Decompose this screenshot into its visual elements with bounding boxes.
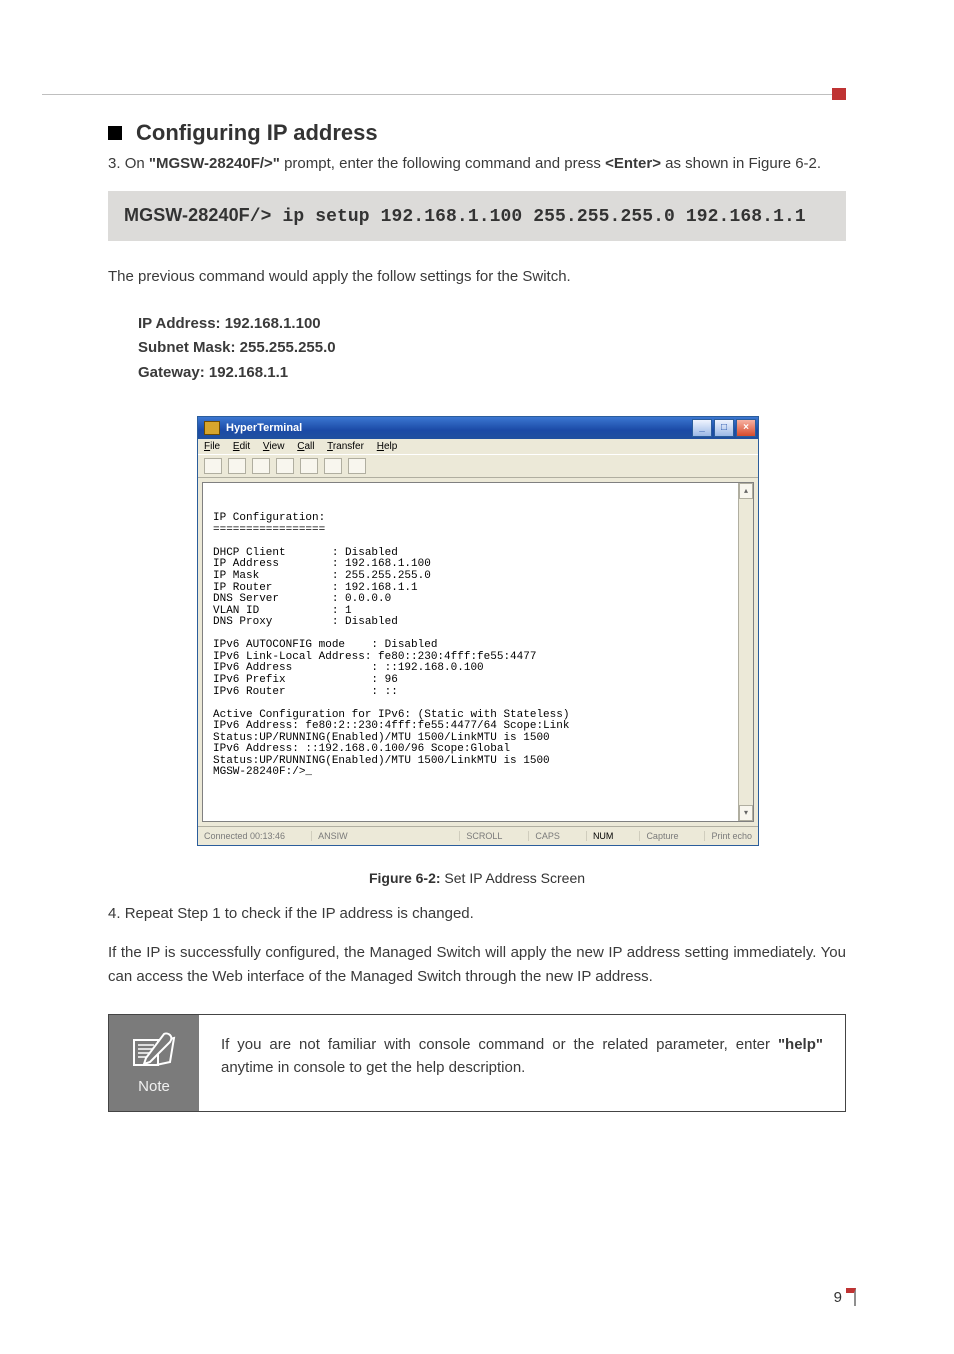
prev-cmd-text: The previous command would apply the fol… xyxy=(108,265,846,290)
terminal-scrollbar[interactable]: ▴ ▾ xyxy=(738,483,753,821)
note-post: anytime in console to get the help descr… xyxy=(221,1059,525,1076)
step-3-post: as shown in Figure 6-2. xyxy=(661,155,821,172)
setting-mask: Subnet Mask: 255.255.255.0 xyxy=(138,336,846,361)
step-3-mid: prompt, enter the following command and … xyxy=(280,155,605,172)
status-capture: Capture xyxy=(639,831,678,841)
minimize-button[interactable]: _ xyxy=(692,419,712,437)
terminal-output: IP Configuration: ================= DHCP… xyxy=(203,494,753,779)
note-label: Note xyxy=(138,1078,170,1095)
cmd-prefix: MGSW-28240F xyxy=(124,205,250,225)
note-text: If you are not familiar with console com… xyxy=(199,1015,845,1111)
terminal-titlebar: HyperTerminal _ □ × xyxy=(198,417,758,439)
step-3-num: 3. xyxy=(108,155,125,172)
tool-connect-icon[interactable] xyxy=(252,458,270,474)
command-box: MGSW-28240F/> ip setup 192.168.1.100 255… xyxy=(108,191,846,241)
menu-call[interactable]: Call xyxy=(297,441,314,452)
status-printecho: Print echo xyxy=(704,831,752,841)
scroll-up-icon[interactable]: ▴ xyxy=(739,483,753,499)
menu-file[interactable]: File xyxy=(204,441,220,452)
terminal-screenshot: HyperTerminal _ □ × File Edit View Call … xyxy=(197,416,757,846)
status-emulation: ANSIW xyxy=(311,831,348,841)
close-button[interactable]: × xyxy=(736,419,756,437)
menu-view[interactable]: View xyxy=(263,441,285,452)
settings-block: IP Address: 192.168.1.100 Subnet Mask: 2… xyxy=(138,312,846,386)
figure-caption: Figure 6-2: Set IP Address Screen xyxy=(108,870,846,886)
step-4-num: 4. xyxy=(108,905,125,922)
page-number: 9 xyxy=(834,1289,842,1306)
bullet-square-icon xyxy=(108,126,122,140)
header-marker xyxy=(832,88,846,100)
note-help: "help" xyxy=(778,1036,823,1053)
menu-edit[interactable]: Edit xyxy=(233,441,250,452)
tool-receive-icon[interactable] xyxy=(324,458,342,474)
step-4-text: Repeat Step 1 to check if the IP address… xyxy=(125,905,474,922)
setting-gw: Gateway: 192.168.1.1 xyxy=(138,361,846,386)
terminal-window: HyperTerminal _ □ × File Edit View Call … xyxy=(197,416,759,846)
tool-send-icon[interactable] xyxy=(300,458,318,474)
content-area: Configuring IP address 3. On "MGSW-28240… xyxy=(108,120,846,1112)
step-4: 4. Repeat Step 1 to check if the IP addr… xyxy=(108,902,846,927)
status-caps: CAPS xyxy=(528,831,560,841)
terminal-app-icon xyxy=(204,421,220,435)
setting-ip: IP Address: 192.168.1.100 xyxy=(138,312,846,337)
page-number-mark-icon xyxy=(846,1288,856,1306)
step-3-prompt: "MGSW-28240F/>" xyxy=(149,155,280,172)
terminal-body-outer: IP Configuration: ================= DHCP… xyxy=(198,478,758,826)
figure-caption-rest: Set IP Address Screen xyxy=(441,870,586,886)
terminal-title: HyperTerminal xyxy=(226,422,302,434)
terminal-toolbar xyxy=(198,454,758,478)
figure-caption-bold: Figure 6-2: xyxy=(369,870,441,886)
terminal-title-left: HyperTerminal xyxy=(204,421,302,435)
page-root: Configuring IP address 3. On "MGSW-28240… xyxy=(0,0,954,1354)
scroll-down-icon[interactable]: ▾ xyxy=(739,805,753,821)
section-heading: Configuring IP address xyxy=(136,120,378,146)
step-3-enter: <Enter> xyxy=(605,155,661,172)
tool-disconnect-icon[interactable] xyxy=(276,458,294,474)
note-icon xyxy=(128,1032,180,1072)
section-heading-row: Configuring IP address xyxy=(108,120,846,146)
maximize-button[interactable]: □ xyxy=(714,419,734,437)
step-3-pre: On xyxy=(125,155,149,172)
note-box: Note If you are not familiar with consol… xyxy=(108,1014,846,1112)
status-scroll: SCROLL xyxy=(459,831,502,841)
status-num: NUM xyxy=(586,831,614,841)
terminal-body: IP Configuration: ================= DHCP… xyxy=(202,482,754,822)
note-pre: If you are not familiar with console com… xyxy=(221,1036,778,1053)
para-success: If the IP is successfully configured, th… xyxy=(108,941,846,991)
terminal-menubar: File Edit View Call Transfer Help xyxy=(198,439,758,454)
cmd-code: /> ip setup 192.168.1.100 255.255.255.0 … xyxy=(250,207,806,227)
tool-properties-icon[interactable] xyxy=(348,458,366,474)
tool-open-icon[interactable] xyxy=(228,458,246,474)
header-rule xyxy=(42,94,846,95)
status-connected: Connected 00:13:46 xyxy=(204,831,285,841)
menu-transfer[interactable]: Transfer xyxy=(327,441,364,452)
step-3: 3. On "MGSW-28240F/>" prompt, enter the … xyxy=(108,152,846,177)
menu-help[interactable]: Help xyxy=(377,441,398,452)
note-left: Note xyxy=(109,1015,199,1111)
tool-new-icon[interactable] xyxy=(204,458,222,474)
terminal-statusbar: Connected 00:13:46 ANSIW SCROLL CAPS NUM… xyxy=(198,826,758,845)
window-buttons: _ □ × xyxy=(692,419,756,437)
